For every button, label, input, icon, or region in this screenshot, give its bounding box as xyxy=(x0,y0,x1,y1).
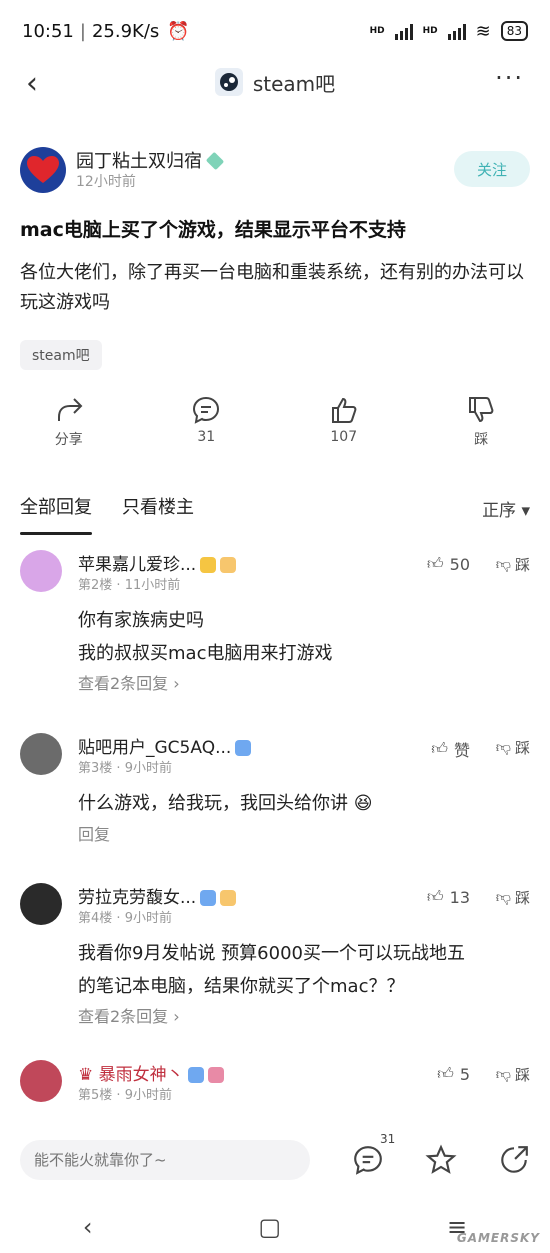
watermark: GAMERSKY xyxy=(456,1231,540,1245)
comment-like-button[interactable]: 👍︎ 赞 xyxy=(431,737,470,761)
tab-op-only[interactable]: 只看楼主 xyxy=(122,493,194,523)
thumb-up-icon xyxy=(331,397,357,423)
share-icon xyxy=(57,398,83,421)
thumb-down-icon: 👎︎ xyxy=(495,1065,511,1083)
comment-floor-3: 贴吧用户_GC5AQ... 第3楼 · 9小时前 什么游戏，给我玩，我回头给你讲… xyxy=(20,733,530,845)
thumb-up-icon: 👍︎ xyxy=(426,887,444,906)
signal-label-1: HD xyxy=(369,26,385,36)
commenter-name[interactable]: 苹果嘉儿爱珍... xyxy=(78,550,237,575)
comment-like-button[interactable]: 👍︎ 13 xyxy=(427,887,470,907)
comment-floor-4: 劳拉克劳馥女... 第4楼 · 9小时前 我看你9月发帖说 预算6000买一个可… xyxy=(20,883,530,1026)
comment-like-button[interactable]: 👍︎ 50 xyxy=(427,554,470,574)
battery-icon: 83 xyxy=(500,21,528,41)
comment-text: 什么游戏，给我玩，我回头给你讲 😆 xyxy=(78,793,373,814)
avatar[interactable] xyxy=(20,883,62,925)
nav-home-icon[interactable]: ▢ xyxy=(258,1213,281,1241)
dislike-button[interactable]: 踩 xyxy=(413,395,550,455)
vip-badge-icon xyxy=(187,1067,204,1083)
like-button[interactable]: 107 xyxy=(275,395,413,455)
thumb-down-icon xyxy=(469,397,494,423)
author-name[interactable]: 园丁粘土双归宿 xyxy=(76,147,225,173)
vip-badge-icon xyxy=(200,557,217,573)
comment-count-button[interactable]: 31 xyxy=(138,395,276,455)
comment-dislike-button[interactable]: 👎︎ 踩 xyxy=(496,887,530,908)
comment-icon[interactable] xyxy=(352,1144,384,1176)
heart-icon xyxy=(27,156,59,183)
nav-back-icon[interactable]: ‹ xyxy=(83,1213,93,1241)
crown-icon: ♛ xyxy=(78,1065,94,1085)
post-actions: 分享 31 107 踩 xyxy=(0,395,550,455)
follow-button[interactable]: 关注 xyxy=(454,151,530,187)
forum-name: steam吧 xyxy=(252,71,336,96)
status-speed: 25.9K/s xyxy=(91,20,160,42)
avatar[interactable] xyxy=(20,147,66,193)
comment-meta: 第2楼 · 11小时前 xyxy=(78,578,181,593)
comment-floor-2: 苹果嘉儿爱珍... 第2楼 · 11小时前 你有家族病史吗 我的叔叔买mac电脑… xyxy=(20,550,530,700)
status-right: HD HD ≋ 83 xyxy=(370,21,528,42)
thumb-down-icon: 👎︎ xyxy=(495,738,511,756)
comment-meta: 第3楼 · 9小时前 xyxy=(78,761,172,776)
laugh-emoji-icon: 😆 xyxy=(353,793,373,814)
avatar[interactable] xyxy=(20,733,62,775)
comment-like-button[interactable]: 👍︎ 5 xyxy=(437,1064,470,1084)
status-time: 10:51 xyxy=(22,20,74,42)
tab-all-replies[interactable]: 全部回复 xyxy=(20,493,92,535)
thumb-down-icon: 👎︎ xyxy=(495,888,511,906)
forum-header: ‹ steam吧 ··· xyxy=(0,62,550,102)
system-nav-bar: ‹ ▢ ≡ xyxy=(0,1200,550,1253)
emoji-badge-icon xyxy=(220,557,237,573)
comment-text: 你有家族病史吗 我的叔叔买mac电脑用来打游戏 xyxy=(78,610,333,664)
avatar[interactable] xyxy=(20,1060,62,1102)
emoji-badge-icon xyxy=(220,890,237,906)
more-dots-icon[interactable]: ··· xyxy=(495,64,524,92)
wifi-icon: ≋ xyxy=(475,20,491,42)
comment-text: 我看你9月发帖说 预算6000买一个可以玩战地五 的笔记本电脑，结果你就买了个m… xyxy=(78,943,465,997)
status-bar: 10:51 | 25.9K/s ⏰ HD HD ≋ 83 xyxy=(0,0,550,62)
sort-dropdown[interactable]: 正序 ▾ xyxy=(482,496,530,521)
post-author: 园丁粘土双归宿 12小时前 关注 xyxy=(20,145,530,195)
signal-bars-icon xyxy=(394,22,413,40)
comment-floor-5: ♛ 暴雨女神丶 第5楼 · 9小时前 👍︎ 5 👎︎ 踩 xyxy=(20,1060,530,1130)
avatar[interactable] xyxy=(20,550,62,592)
zodiac-badge-icon xyxy=(207,1067,224,1083)
back-chevron-icon[interactable]: ‹ xyxy=(26,66,38,101)
comment-input-bar: 31 xyxy=(0,1130,550,1190)
share-button[interactable]: 分享 xyxy=(0,395,138,455)
commenter-name[interactable]: ♛ 暴雨女神丶 xyxy=(78,1060,224,1085)
share-icon[interactable] xyxy=(498,1144,530,1176)
comment-meta: 第4楼 · 9小时前 xyxy=(78,911,172,926)
thumb-up-icon: 👍︎ xyxy=(431,739,448,758)
post-time: 12小时前 xyxy=(76,174,136,190)
comment-dislike-button[interactable]: 👎︎ 踩 xyxy=(496,737,530,758)
alarm-icon: ⏰ xyxy=(167,20,190,42)
forum-tag[interactable]: steam吧 xyxy=(20,340,102,370)
comment-meta: 第5楼 · 9小时前 xyxy=(78,1088,172,1103)
verified-badge-icon xyxy=(205,151,225,171)
comment-icon xyxy=(193,396,220,424)
thumb-up-icon: 👍︎ xyxy=(437,1064,454,1083)
commenter-name[interactable]: 贴吧用户_GC5AQ... xyxy=(78,733,252,758)
status-divider: | xyxy=(79,20,86,42)
signal-bars-icon xyxy=(447,22,466,40)
vip-badge-icon xyxy=(235,740,252,756)
comment-dislike-button[interactable]: 👎︎ 踩 xyxy=(496,554,530,575)
thumb-down-icon: 👎︎ xyxy=(495,555,511,573)
steam-logo-icon xyxy=(214,68,243,96)
post-title: mac电脑上买了个游戏，结果显示平台不支持 xyxy=(20,219,406,241)
view-replies-link[interactable]: 查看2条回复 › xyxy=(78,1003,180,1027)
view-replies-link[interactable]: 查看2条回复 › xyxy=(78,670,180,694)
post-body: 各位大佬们，除了再买一台电脑和重装系统，还有别的办法可以玩这游戏吗 xyxy=(20,262,524,313)
thumb-up-icon: 👍︎ xyxy=(426,554,444,573)
comment-dislike-button[interactable]: 👎︎ 踩 xyxy=(496,1064,530,1085)
comment-input[interactable] xyxy=(20,1140,310,1180)
star-icon[interactable] xyxy=(425,1144,457,1176)
forum-title[interactable]: steam吧 xyxy=(214,68,336,97)
commenter-name[interactable]: 劳拉克劳馥女... xyxy=(78,883,237,908)
vip-badge-icon xyxy=(200,890,217,906)
reply-tabs: 全部回复 只看楼主 正序 ▾ xyxy=(20,488,530,535)
reply-link[interactable]: 回复 xyxy=(78,821,110,845)
signal-label-2: HD xyxy=(422,26,438,36)
